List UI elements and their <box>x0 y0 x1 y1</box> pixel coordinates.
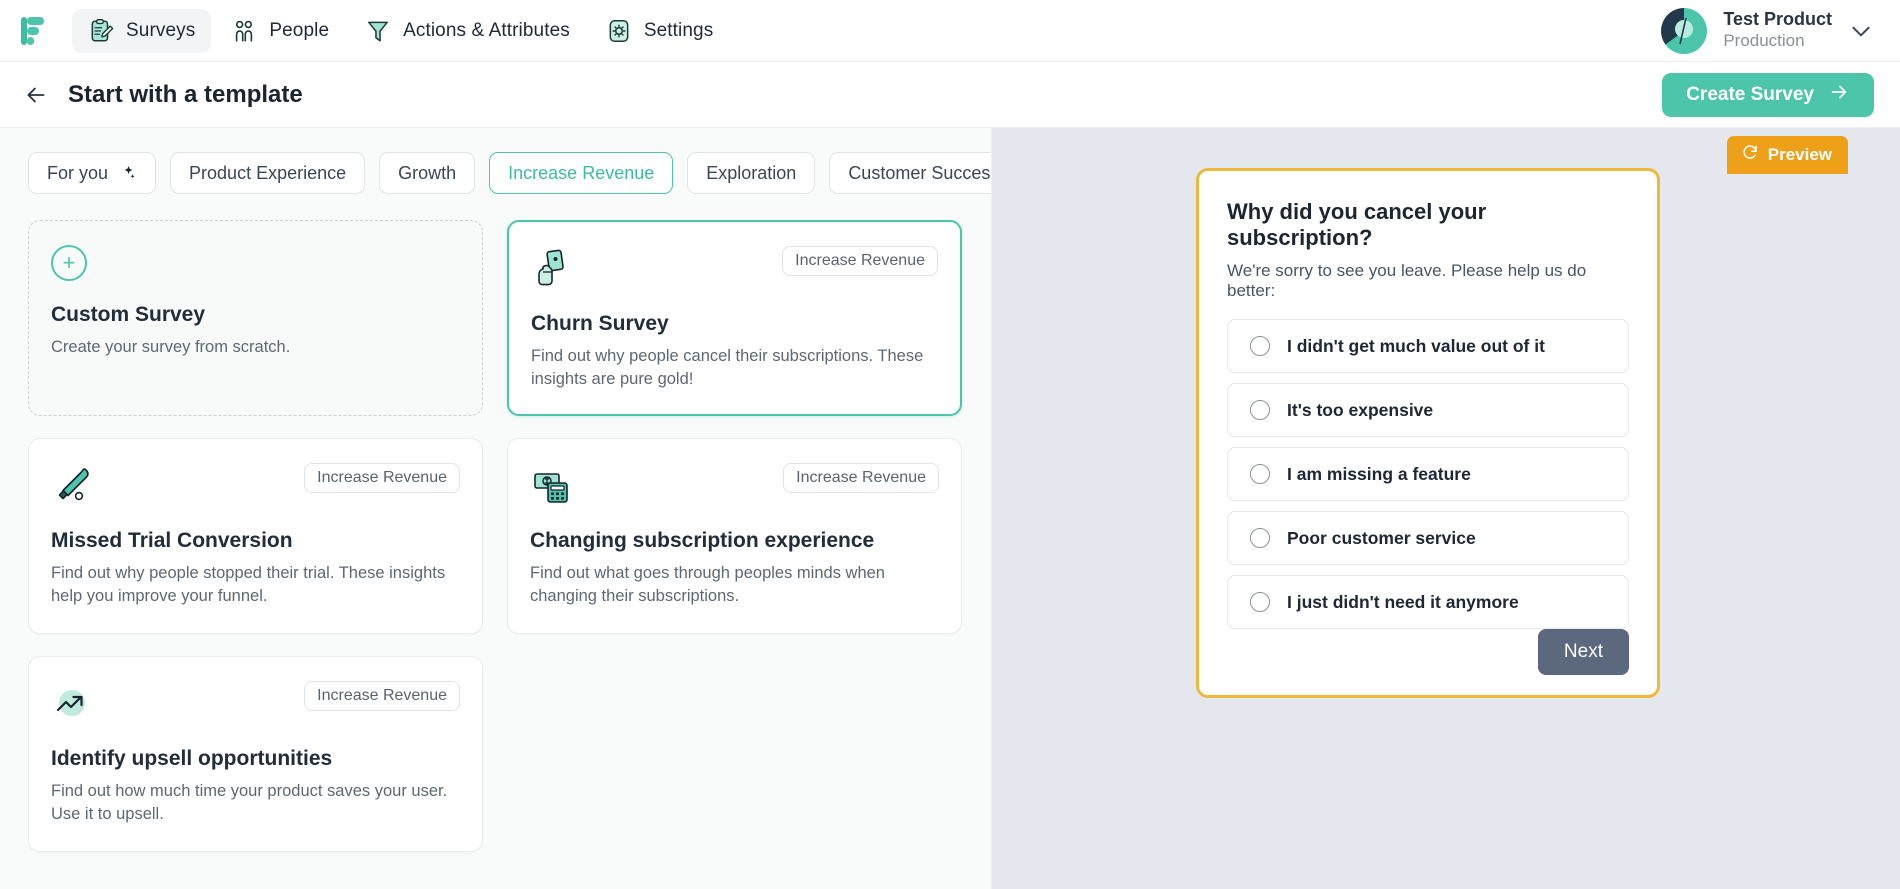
card-category-badge: Increase Revenue <box>304 681 460 711</box>
card-header: Increase Revenue <box>531 246 938 290</box>
preview-option[interactable]: I just didn't need it anymore <box>1227 575 1629 629</box>
primary-nav-items: Surveys People Actions & Attributes Sett… <box>72 8 729 53</box>
preview-options-list: I didn't get much value out of it It's t… <box>1227 319 1629 629</box>
tab-label: Product Experience <box>189 162 347 183</box>
card-title: Identify upsell opportunities <box>51 747 333 770</box>
card-category-badge: Increase Revenue <box>783 463 939 493</box>
account-text: Test Product Production <box>1723 9 1832 52</box>
card-title: Custom Survey <box>51 303 206 326</box>
card-header: Increase Revenue <box>51 463 460 507</box>
refresh-icon <box>1741 143 1759 166</box>
template-card-churn-survey[interactable]: Increase Revenue Churn Survey Find out w… <box>507 220 962 416</box>
preview-option-label: It's too expensive <box>1287 399 1434 420</box>
survey-preview-card: Why did you cancel your subscription? We… <box>1196 168 1660 698</box>
hand-phone-icon <box>531 246 575 290</box>
nav-item-label: Settings <box>643 19 714 41</box>
account-name: Test Product <box>1723 9 1832 30</box>
template-picker-pane: For you Product Experience Growth Increa… <box>0 128 992 889</box>
radio-icon[interactable] <box>1250 592 1270 612</box>
trend-up-icon <box>51 681 95 725</box>
account-environment: Production <box>1723 31 1805 50</box>
nav-item-label: People <box>269 19 330 41</box>
card-header: Increase Revenue <box>51 681 460 725</box>
template-card-missed-trial-conversion[interactable]: Increase Revenue Missed Trial Conversion… <box>28 438 483 634</box>
preview-refresh-tab[interactable]: Preview <box>1726 136 1848 174</box>
next-button[interactable]: Next <box>1537 629 1629 675</box>
card-description: Find out why people stopped their trial.… <box>51 564 446 606</box>
funnel-icon <box>365 18 391 44</box>
radio-icon[interactable] <box>1250 336 1270 356</box>
preview-option-label: I am missing a feature <box>1287 463 1471 484</box>
tab-growth[interactable]: Growth <box>379 152 476 194</box>
page-subheader: Start with a template Create Survey <box>0 62 1900 128</box>
card-category-badge: Increase Revenue <box>304 463 460 493</box>
card-category-badge: Increase Revenue <box>782 246 938 276</box>
template-card-custom-survey[interactable]: + Custom Survey Create your survey from … <box>28 220 483 416</box>
preview-pane: Preview Why did you cancel your subscrip… <box>992 128 1900 889</box>
tab-product-experience[interactable]: Product Experience <box>170 152 366 194</box>
preview-option[interactable]: I didn't get much value out of it <box>1227 319 1629 373</box>
arrow-left-icon <box>27 87 45 102</box>
template-card-identify-upsell-opportunities[interactable]: Increase Revenue Identify upsell opportu… <box>28 656 483 852</box>
template-card-changing-subscription-experience[interactable]: Increase Revenue Changing subscription e… <box>507 438 962 634</box>
create-survey-label: Create Survey <box>1686 83 1814 105</box>
radio-icon[interactable] <box>1250 528 1270 548</box>
tab-label: For you <box>47 162 109 183</box>
money-calculator-icon <box>530 463 574 507</box>
card-description: Find out how much time your product save… <box>51 782 448 824</box>
nav-item-settings[interactable]: Settings <box>590 9 729 53</box>
tab-label: Growth <box>398 162 457 183</box>
arrow-right-icon <box>1828 81 1850 109</box>
preview-option-label: Poor customer service <box>1287 527 1476 548</box>
back-button[interactable] <box>14 73 58 117</box>
formbricks-logo-icon[interactable] <box>18 14 52 48</box>
top-navigation-bar: Surveys People Actions & Attributes Sett… <box>0 0 1900 62</box>
tab-label: Customer Success <box>848 162 992 183</box>
preview-tab-label: Preview <box>1767 144 1832 164</box>
pie-avatar-icon <box>1661 7 1708 54</box>
preview-question-subtitle: We're sorry to see you leave. Please hel… <box>1227 261 1587 300</box>
content-area: For you Product Experience Growth Increa… <box>0 128 1900 889</box>
card-description: Create your survey from scratch. <box>51 338 291 356</box>
preview-option[interactable]: Poor customer service <box>1227 511 1629 565</box>
template-card-grid: + Custom Survey Create your survey from … <box>28 220 967 852</box>
card-title: Churn Survey <box>531 312 669 335</box>
preview-footer: Next <box>1227 629 1629 675</box>
tab-label: Exploration <box>706 162 797 183</box>
gear-icon <box>606 18 632 44</box>
card-title: Changing subscription experience <box>530 529 875 552</box>
tab-increase-revenue[interactable]: Increase Revenue <box>489 152 674 194</box>
category-tabs: For you Product Experience Growth Increa… <box>28 152 991 194</box>
chevron-down-icon[interactable] <box>1848 18 1874 44</box>
nav-item-actions-attributes[interactable]: Actions & Attributes <box>349 9 586 53</box>
preview-question-title: Why did you cancel your subscription? <box>1227 199 1487 250</box>
tab-for-you[interactable]: For you <box>28 152 157 194</box>
nav-item-surveys[interactable]: Surveys <box>72 8 212 53</box>
radio-icon[interactable] <box>1250 464 1270 484</box>
plus-circle-icon: + <box>51 245 87 281</box>
page-title: Start with a template <box>68 80 303 108</box>
baseball-bat-icon <box>51 463 95 507</box>
tab-exploration[interactable]: Exploration <box>687 152 816 194</box>
card-description: Find out why people cancel their subscri… <box>531 347 924 389</box>
clipboard-pencil-icon <box>88 18 114 44</box>
preview-option[interactable]: It's too expensive <box>1227 383 1629 437</box>
people-icon <box>231 18 257 44</box>
preview-option-label: I didn't get much value out of it <box>1287 335 1545 356</box>
tab-customer-success[interactable]: Customer Success <box>829 152 992 194</box>
nav-item-people[interactable]: People <box>215 9 345 53</box>
nav-item-label: Surveys <box>126 19 196 41</box>
preview-option-label: I just didn't need it anymore <box>1287 591 1519 612</box>
card-header: + <box>51 245 460 281</box>
account-switcher[interactable]: Test Product Production <box>1661 7 1874 54</box>
sparkles-icon <box>117 163 137 183</box>
preview-option[interactable]: I am missing a feature <box>1227 447 1629 501</box>
card-description: Find out what goes through peoples minds… <box>530 564 885 606</box>
card-title: Missed Trial Conversion <box>51 529 293 552</box>
radio-icon[interactable] <box>1250 400 1270 420</box>
nav-item-label: Actions & Attributes <box>403 19 570 41</box>
card-header: Increase Revenue <box>530 463 939 507</box>
tab-label: Increase Revenue <box>508 162 655 183</box>
create-survey-button[interactable]: Create Survey <box>1662 72 1874 117</box>
